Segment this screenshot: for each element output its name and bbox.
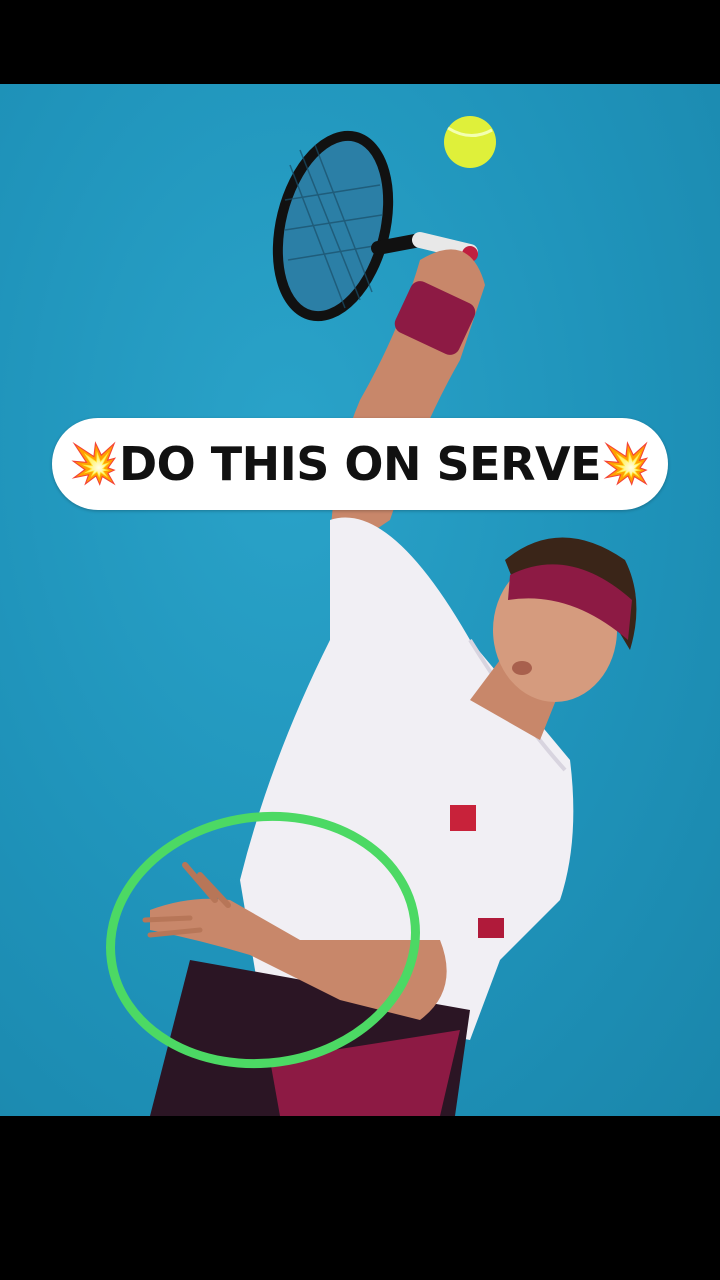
caption-text: DO THIS ON SERVE xyxy=(118,437,602,491)
photo-illustration xyxy=(106,116,637,1116)
collision-emoji-icon: 💥 xyxy=(601,441,651,487)
tennis-ball-icon xyxy=(444,116,496,168)
collision-emoji-icon: 💥 xyxy=(69,441,119,487)
player-head xyxy=(470,537,637,740)
caption-banner: 💥 DO THIS ON SERVE 💥 xyxy=(52,418,668,510)
bottom-letterbox xyxy=(0,1116,720,1280)
tennis-serve-photo xyxy=(0,84,720,1116)
top-letterbox xyxy=(0,0,720,84)
